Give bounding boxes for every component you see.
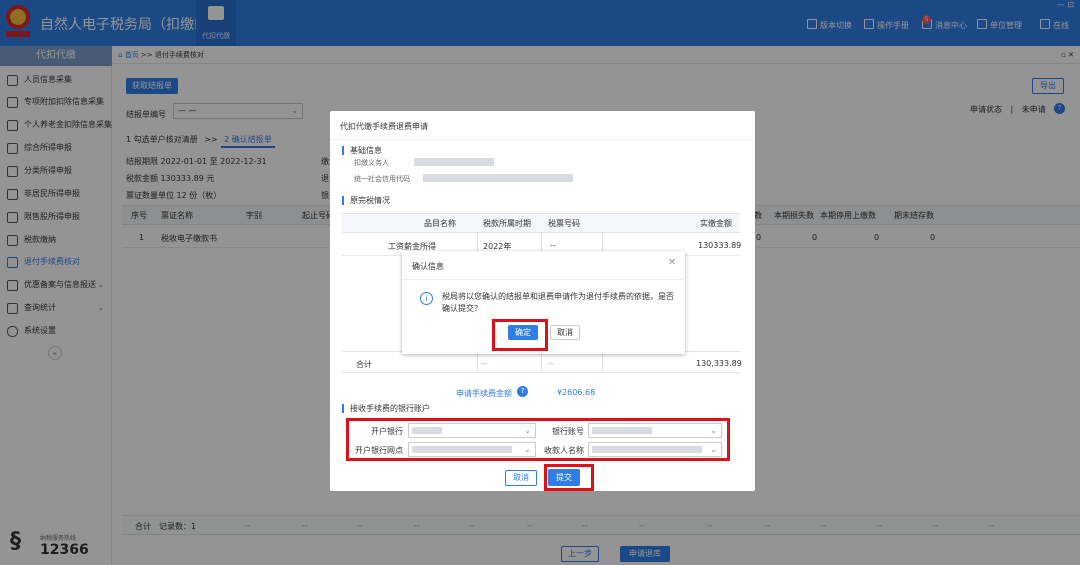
dialog-cancel-button[interactable]: 取消 [505,470,537,486]
confirm-divider [402,279,685,280]
bank-name-select[interactable]: ⌄ [408,423,536,438]
branch-label: 开户银行网点 [355,446,403,455]
account-no-select[interactable]: ⌄ [588,423,722,438]
confirm-cancel-button[interactable]: 取消 [550,325,580,340]
account-no-label: 银行账号 [552,427,584,436]
confirm-message: 税局将以您确认的结报单和退费申请作为退付手续费的依据，是否确认提交？ [442,292,674,313]
payee-label: 收款人名称 [544,446,584,455]
payee-select[interactable]: ⌄ [588,442,722,457]
confirm-dialog: 确认信息 ✕ i 税局将以您确认的结报单和退费申请作为退付手续费的依据，是否确认… [402,251,685,354]
fee-amount-value: ¥2606.68 [557,388,596,397]
section-tax-detail: 原完税情况 [342,196,390,205]
chevron-down-icon: ⌄ [524,426,531,435]
bank-name-label: 开户银行 [371,427,403,436]
credit-code-label: 统一社会信用代码 [354,175,410,183]
credit-code-value-redacted [423,174,573,182]
chevron-down-icon: ⌄ [710,426,717,435]
branch-select[interactable]: ⌄ [408,442,536,457]
section-basic-info: 基础信息 [342,146,382,155]
confirm-title: 确认信息 [412,262,444,271]
withholder-value-redacted [414,158,494,166]
dialog-title: 代扣代缴手续费退费申请 [340,122,428,131]
tax-table-header: 品目名称 税款所属时期 税票号码 实缴金额 [342,213,740,233]
tax-table-total: 合计 -- -- 130,333.89 [342,351,742,373]
help-icon[interactable]: ? [517,386,528,397]
close-icon[interactable]: ✕ [668,257,676,268]
dialog-submit-button[interactable]: 提交 [548,469,580,486]
chevron-down-icon: ⌄ [710,445,717,454]
chevron-down-icon: ⌄ [524,445,531,454]
confirm-ok-button[interactable]: 确定 [508,325,538,340]
section-bank-account: 接收手续费的银行账户 [342,404,430,413]
info-icon: i [420,292,433,305]
withholder-label: 扣缴义务人 [354,159,389,167]
fee-amount-label: 申请手续费金额 [456,389,512,398]
dialog-title-divider [330,139,755,140]
